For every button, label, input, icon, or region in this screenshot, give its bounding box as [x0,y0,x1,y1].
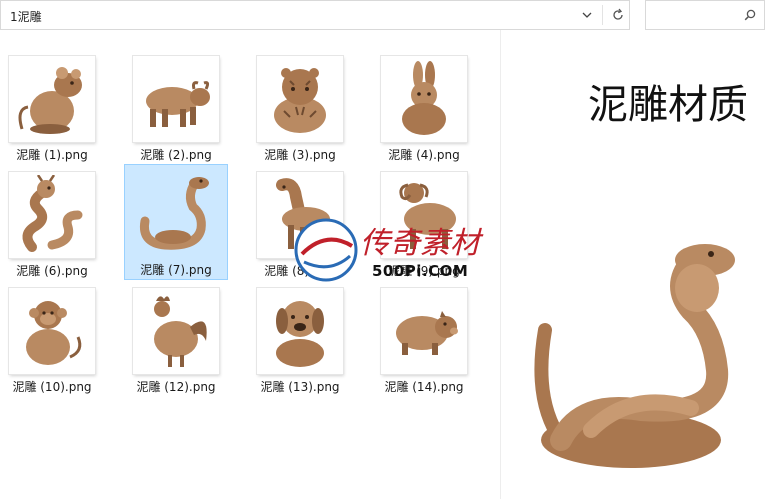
file-name: 泥雕 (13).png [260,380,340,394]
clay-tiger-image [274,68,326,133]
file-item-13[interactable]: 泥雕 (13).png [248,282,352,398]
clay-monkey-image [26,301,82,365]
clay-snake-image [139,177,209,250]
clay-rat-image [18,67,82,134]
address-dropdown-button[interactable] [573,1,601,29]
file-thumbnail [381,288,467,374]
file-name: 泥雕 (4).png [388,148,460,162]
watermark-site-text: 500Pi.COM [372,262,469,280]
file-name: 泥雕 (6).png [16,264,88,278]
file-item-1[interactable]: 泥雕 (1).png [0,50,104,166]
address-separator [602,5,603,25]
file-item-4[interactable]: 泥雕 (4).png [372,50,476,166]
clay-ox-image [146,81,210,127]
refresh-icon [613,8,623,20]
file-name: 泥雕 (14).png [384,380,464,394]
file-item-6[interactable]: 泥雕 (6).png [0,166,104,282]
file-thumbnail [9,56,95,142]
file-item-3[interactable]: 泥雕 (3).png [248,50,352,166]
file-thumbnail [133,171,219,257]
search-icon[interactable] [744,9,756,21]
file-name: 泥雕 (12).png [136,380,216,394]
clay-pig-image [396,311,458,355]
clay-rabbit-image [402,61,446,135]
file-name: 泥雕 (7).png [140,263,212,277]
file-item-7[interactable]: 泥雕 (7).png [124,164,228,280]
file-thumbnail [133,288,219,374]
file-name: 泥雕 (1).png [16,148,88,162]
chevron-down-icon [582,12,592,18]
file-thumbnail [9,288,95,374]
clay-dog-image [276,301,324,367]
file-item-2[interactable]: 泥雕 (2).png [124,50,228,166]
file-thumbnail [9,172,95,258]
address-bar[interactable]: 1泥雕 [0,0,630,30]
preview-title: 泥雕材质 [588,82,748,128]
watermark: 传奇素材 500Pi.COM [290,210,490,290]
search-box[interactable] [645,0,765,30]
file-name: 泥雕 (2).png [140,148,212,162]
file-thumbnail [257,56,343,142]
file-item-14[interactable]: 泥雕 (14).png [372,282,476,398]
watermark-chinese-text: 传奇素材 [360,226,480,261]
file-item-10[interactable]: 泥雕 (10).png [0,282,104,398]
watermark-logo [294,218,358,282]
clay-dragon-image [22,175,83,252]
preview-pane: 泥雕材质 [500,30,768,499]
file-thumbnail [133,56,219,142]
search-input[interactable] [650,5,742,27]
clay-rooster-image [154,296,207,367]
file-name: 泥雕 (3).png [264,148,336,162]
file-item-12[interactable]: 泥雕 (12).png [124,282,228,398]
snake-sculpture-preview [534,244,735,468]
file-thumbnail [257,288,343,374]
file-name: 泥雕 (10).png [12,380,92,394]
refresh-button[interactable] [605,1,631,29]
file-thumbnail [381,56,467,142]
address-path[interactable]: 1泥雕 [10,8,42,25]
